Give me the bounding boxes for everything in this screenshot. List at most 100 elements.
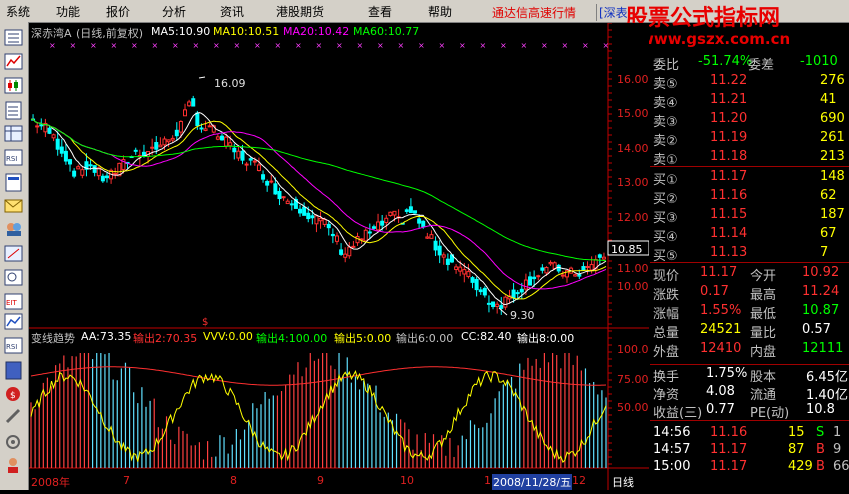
tick-count: 9: [833, 442, 842, 457]
menu-help[interactable]: 帮助: [428, 3, 452, 20]
signal-marker: ×: [459, 41, 466, 50]
current-price-label: 10.85: [611, 243, 643, 256]
ask-row: 卖⑤ 11.22 276: [650, 73, 847, 92]
candle-body: [408, 206, 413, 214]
candle-body: [285, 200, 290, 205]
toolbar-icon-mail[interactable]: [4, 199, 23, 213]
menu-system[interactable]: 系统: [6, 3, 30, 20]
candle-body: [523, 279, 528, 290]
low-price-label: 9.30: [510, 309, 535, 322]
label-weibi: 委比: [653, 58, 680, 73]
bid-row: 买① 11.17 148: [650, 169, 847, 188]
candle-body: [47, 127, 52, 134]
candle-body: [380, 220, 385, 226]
sep-bid-stats: [650, 262, 849, 263]
fund-row: 换手 1.75% 股本 6.45亿: [650, 366, 848, 385]
signal-marker: ×: [377, 41, 384, 50]
stat-value: 12410: [700, 341, 742, 356]
toolbar-icon-rsi2[interactable]: RSI: [4, 337, 23, 354]
toolbar-icon-chart[interactable]: [4, 53, 23, 70]
candle-body: [178, 120, 183, 133]
tick-time: 15:00: [653, 459, 691, 474]
stat-label: 最高: [750, 288, 777, 303]
candle-body: [441, 254, 446, 258]
toolbar-icon-network[interactable]: [4, 245, 23, 262]
bid-price: 11.13: [710, 245, 748, 260]
fund-row: 收益(三) 0.77 PE(动) 10.8: [650, 402, 847, 421]
toolbar-icon-list[interactable]: [4, 29, 23, 46]
candle-body: [532, 276, 537, 280]
candle-body: [150, 146, 155, 149]
candle-body: [343, 253, 348, 258]
menu-view[interactable]: 查看: [368, 3, 392, 20]
stat-label: 今开: [750, 269, 777, 284]
candle-body: [68, 159, 73, 165]
candle-body: [437, 245, 442, 256]
candle-body: [59, 146, 64, 154]
signal-marker: ×: [357, 41, 364, 50]
toolbar-icon-users[interactable]: [7, 223, 21, 236]
candle-body: [314, 215, 319, 225]
candle-body: [511, 289, 516, 299]
toolbar-icon-settings[interactable]: [6, 435, 20, 449]
x-tick-11: 1: [484, 474, 491, 487]
candle-body: [236, 150, 241, 159]
tick-row: 14:56 11.16 15 S 1: [650, 425, 847, 442]
x-cursor-date: 2008/11/28/五: [492, 474, 573, 490]
stat-value: 0.57: [802, 322, 831, 337]
toolbar-icon-doc[interactable]: [5, 173, 22, 192]
toolbar-icon-search[interactable]: [4, 269, 23, 286]
bid-volume: 7: [820, 245, 829, 260]
candle-body: [240, 150, 245, 161]
toolbar-icon-eit[interactable]: EIT: [4, 293, 23, 310]
x-tick-9: 9: [317, 474, 324, 487]
toolbar-icon-book[interactable]: [5, 361, 22, 380]
candle-body: [248, 158, 253, 161]
signal-marker: ×: [90, 41, 97, 50]
candle-body: [495, 303, 500, 307]
indicator-out8: 输出8:0.00: [517, 332, 575, 345]
candle-body: [183, 109, 188, 117]
stat-label: 量比: [750, 326, 777, 341]
candle-body: [63, 150, 68, 162]
toolbar-icon-person[interactable]: [8, 458, 18, 473]
toolbar-icon-rsi[interactable]: RSI: [4, 149, 23, 166]
candle-body: [256, 164, 261, 172]
menu-info[interactable]: 资讯: [220, 3, 244, 20]
fund-label: 股本: [750, 370, 777, 385]
candle-body: [113, 172, 118, 175]
toolbar-icon-report[interactable]: [5, 101, 22, 120]
candle-body: [392, 210, 397, 216]
toolbar-icon-tool[interactable]: [5, 408, 21, 424]
menu-quote[interactable]: 报价: [106, 3, 130, 20]
menu-function[interactable]: 功能: [56, 3, 80, 20]
menu-analysis[interactable]: 分析: [162, 3, 186, 20]
x-tick-7: 7: [123, 474, 130, 487]
signal-marker: ×: [562, 41, 569, 50]
candle-body: [92, 165, 97, 173]
fund-value: 1.75%: [706, 366, 748, 381]
ask-row: 卖② 11.19 261: [650, 130, 847, 149]
candle-body: [417, 218, 422, 224]
candle-body: [560, 274, 565, 277]
menu-hk-futures[interactable]: 港股期货: [276, 3, 324, 20]
toolbar-icon-kline[interactable]: [4, 77, 23, 94]
period-tab[interactable]: 日线: [612, 474, 634, 490]
toolbar-icon-trend[interactable]: [4, 313, 23, 330]
toolbar-icon-table[interactable]: [4, 125, 23, 142]
signal-marker: ×: [234, 41, 241, 50]
stat-value: 11.24: [802, 284, 840, 299]
kline-chart[interactable]: × × × × × × × × × × × × × × × × × × × × × × × × × × × × $: [29, 23, 649, 490]
stock-code-field[interactable]: [深表: [596, 4, 628, 21]
tick-flag: S: [816, 425, 825, 440]
candle-body: [289, 203, 294, 206]
ask-price: 11.20: [710, 111, 748, 126]
ma5-label: MA5:10.90: [151, 25, 211, 38]
signal-marker: ×: [70, 41, 77, 50]
candle-body: [499, 305, 504, 309]
stat-value: 11.17: [700, 265, 738, 280]
toolbar-icon-money[interactable]: $: [6, 387, 20, 401]
candle-body: [80, 169, 85, 176]
bid-row: 买③ 11.15 187: [650, 207, 847, 226]
indicator-out5: 输出5:0.00: [334, 332, 392, 345]
